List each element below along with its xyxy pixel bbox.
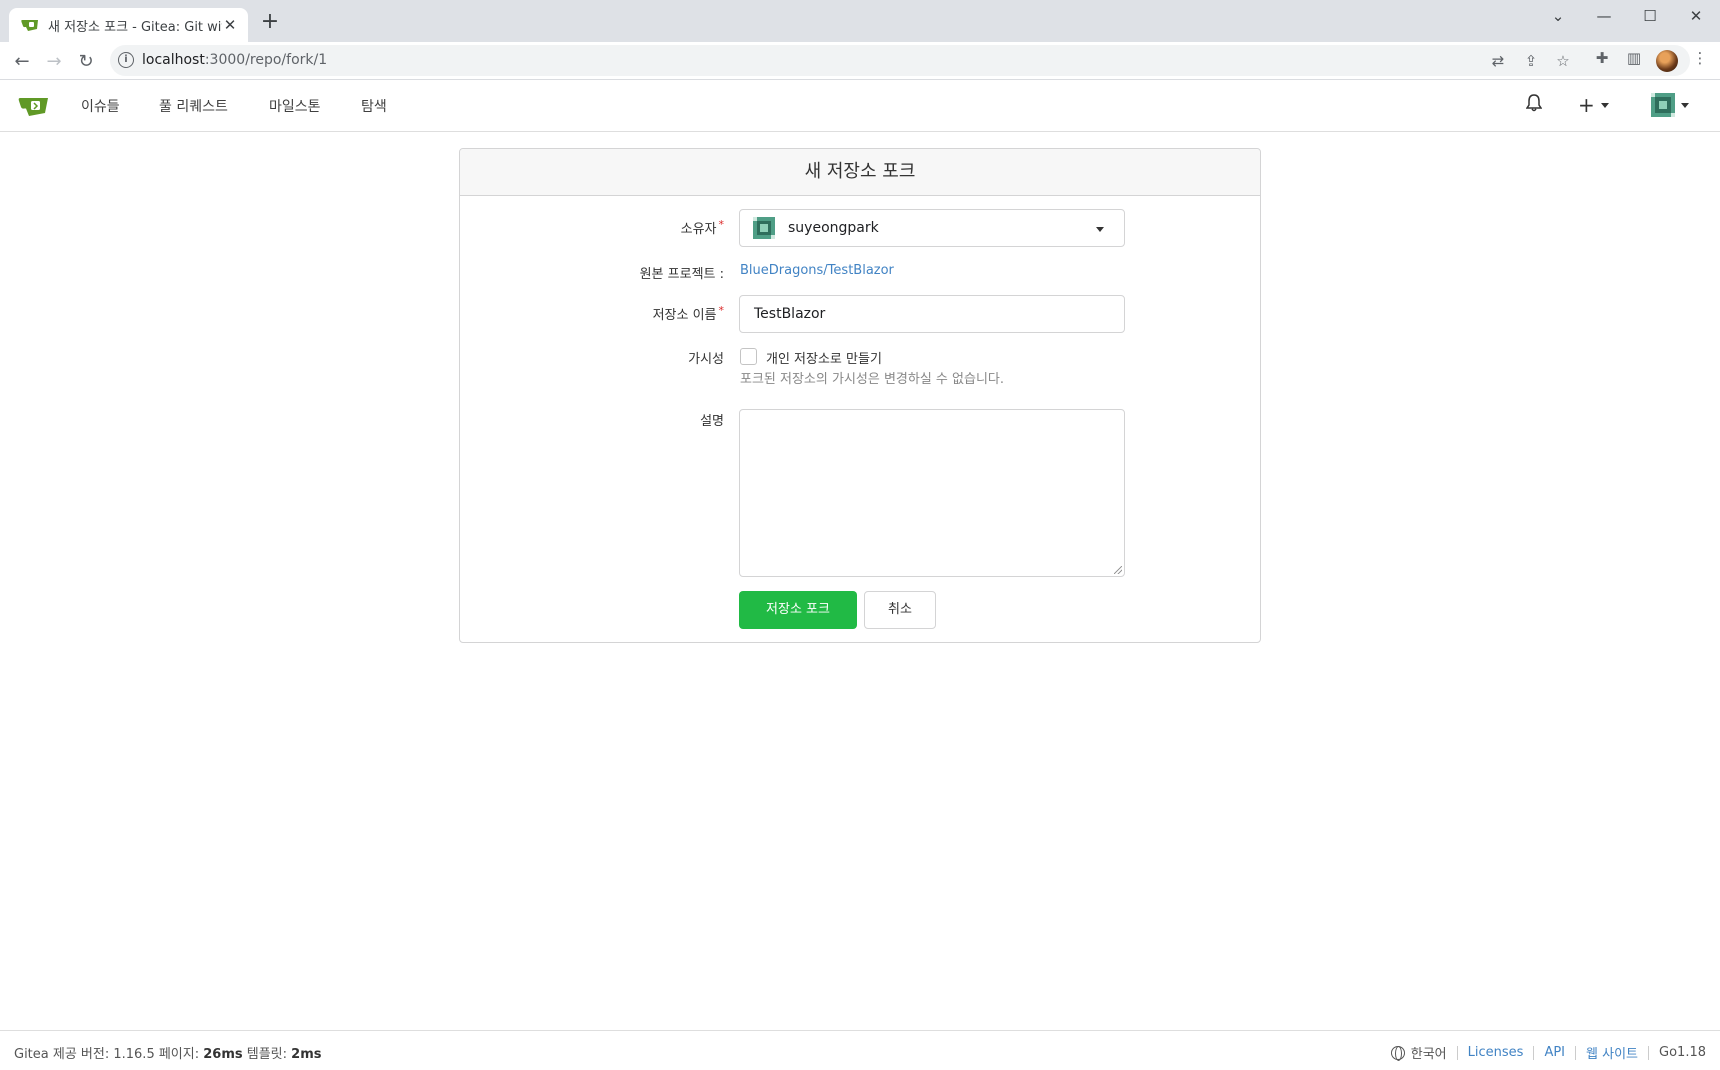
licenses-link[interactable]: Licenses xyxy=(1468,1045,1524,1060)
create-new-dropdown[interactable]: + xyxy=(1578,95,1609,115)
visibility-help-text: 포크된 저장소의 가시성은 변경하실 수 없습니다. xyxy=(740,372,1004,387)
gitea-logo-icon[interactable] xyxy=(18,94,50,118)
footer-version-info: Gitea 제공 버전: 1.16.5 페이지: 26ms 템플릿: 2ms xyxy=(14,1047,322,1062)
forward-icon[interactable]: → xyxy=(40,47,68,75)
window-close-icon[interactable]: ✕ xyxy=(1673,0,1719,32)
source-project-link[interactable]: BlueDragons/TestBlazor xyxy=(740,263,894,278)
gitea-navbar: 이슈들 풀 리퀘스트 마일스톤 탐색 + xyxy=(0,80,1720,132)
owner-avatar xyxy=(753,217,775,239)
resize-handle-icon[interactable] xyxy=(1114,566,1122,574)
repo-name-input[interactable]: TestBlazor xyxy=(739,295,1125,333)
owner-dropdown[interactable]: suyeongpark xyxy=(739,209,1125,247)
back-icon[interactable]: ← xyxy=(8,47,36,75)
new-tab-button[interactable]: + xyxy=(258,10,282,34)
go-version: Go1.18 xyxy=(1659,1045,1706,1060)
translate-icon[interactable]: ⇄ xyxy=(1488,51,1508,71)
maximize-icon[interactable]: ☐ xyxy=(1627,0,1673,32)
reload-icon[interactable]: ↻ xyxy=(72,47,100,75)
tab-close-icon[interactable]: ✕ xyxy=(222,16,238,34)
api-link[interactable]: API xyxy=(1544,1045,1565,1060)
user-menu-dropdown[interactable] xyxy=(1651,93,1689,117)
tab-title: 새 저장소 포크 - Gitea: Git with a cup of tea xyxy=(48,19,222,35)
notifications-bell-icon[interactable] xyxy=(1526,94,1542,112)
owner-name: suyeongpark xyxy=(788,220,879,236)
language-selector[interactable]: 한국어 xyxy=(1411,1043,1447,1062)
nav-milestones[interactable]: 마일스톤 xyxy=(269,96,321,116)
browser-profile-avatar[interactable] xyxy=(1656,50,1678,72)
chevron-down-icon xyxy=(1600,102,1609,108)
user-avatar xyxy=(1651,93,1675,117)
website-link[interactable]: 웹 사이트 xyxy=(1586,1043,1638,1062)
browser-tabstrip: 새 저장소 포크 - Gitea: Git with a cup of tea … xyxy=(0,0,1720,42)
gitea-favicon-icon xyxy=(21,20,38,31)
url-text: localhost:3000/repo/fork/1 xyxy=(142,52,328,68)
tab-search-icon[interactable]: ⌄ xyxy=(1535,0,1581,32)
browser-tab[interactable]: 새 저장소 포크 - Gitea: Git with a cup of tea … xyxy=(9,8,248,42)
private-checkbox[interactable] xyxy=(740,348,757,365)
page-title: 새 저장소 포크 xyxy=(460,149,1260,196)
chevron-down-icon xyxy=(1681,102,1689,108)
share-icon[interactable]: ⇪ xyxy=(1521,51,1541,71)
side-panel-icon[interactable]: ▥ xyxy=(1624,48,1644,68)
page-footer: Gitea 제공 버전: 1.16.5 페이지: 26ms 템플릿: 2ms 한… xyxy=(0,1030,1720,1070)
extensions-icon[interactable]: ✚ xyxy=(1592,48,1612,68)
bookmark-star-icon[interactable]: ☆ xyxy=(1553,51,1573,71)
repo-name-label: 저장소 이름 * xyxy=(652,304,724,323)
private-checkbox-label[interactable]: 개인 저장소로 만들기 xyxy=(766,348,882,367)
address-bar[interactable]: i localhost:3000/repo/fork/1 ⇄ ⇪ ☆ xyxy=(110,45,1690,76)
visibility-label: 가시성 xyxy=(688,352,724,367)
source-project-label: 원본 프로젝트 : xyxy=(639,267,724,282)
browser-menu-icon[interactable]: ⋮ xyxy=(1690,48,1710,68)
owner-label: 소유자 * xyxy=(680,218,724,237)
browser-toolbar: ← → ↻ i localhost:3000/repo/fork/1 ⇄ ⇪ ☆… xyxy=(0,42,1720,80)
description-textarea[interactable] xyxy=(739,409,1125,577)
nav-explore[interactable]: 탐색 xyxy=(361,96,387,116)
plus-icon: + xyxy=(1578,93,1595,117)
dropdown-caret-icon xyxy=(1096,227,1104,232)
site-info-icon[interactable]: i xyxy=(118,52,134,68)
description-label: 설명 xyxy=(700,414,724,429)
fork-repository-button[interactable]: 저장소 포크 xyxy=(739,591,857,629)
minimize-icon[interactable]: — xyxy=(1581,0,1627,32)
globe-icon xyxy=(1390,1045,1405,1061)
nav-pull-requests[interactable]: 풀 리퀘스트 xyxy=(159,96,228,116)
cancel-button[interactable]: 취소 xyxy=(864,591,936,629)
footer-links: 한국어 Licenses API 웹 사이트 Go1.18 xyxy=(1390,1043,1706,1062)
nav-issues[interactable]: 이슈들 xyxy=(81,96,120,116)
